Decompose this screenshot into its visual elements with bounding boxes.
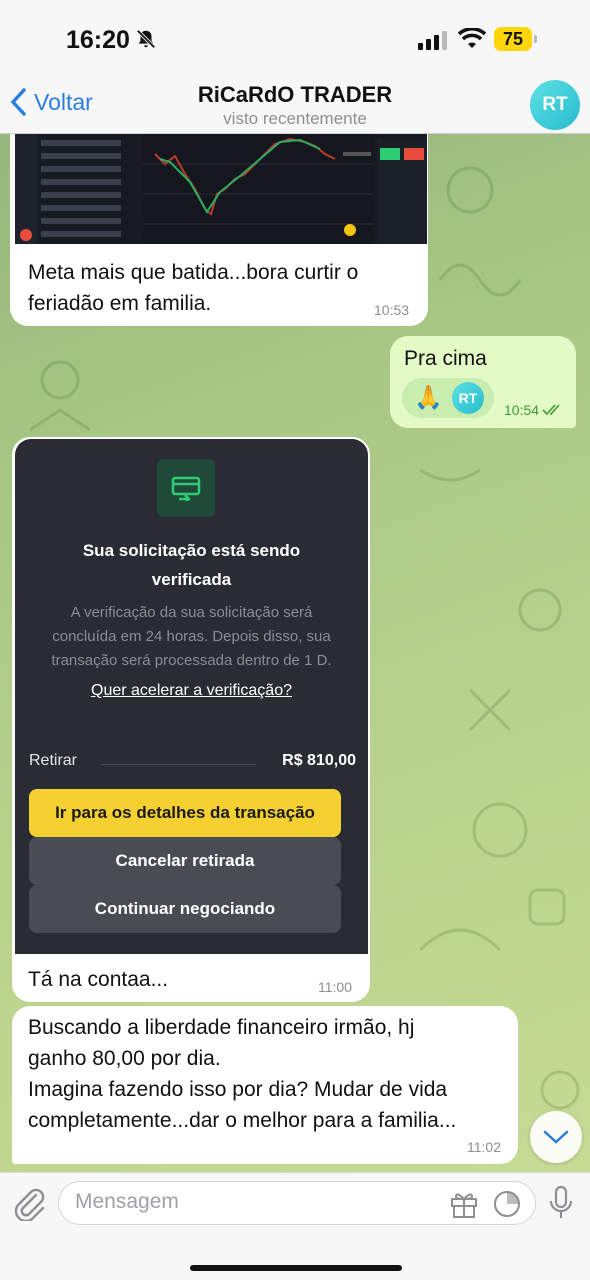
message-text-line: ganho 80,00 por dia. (28, 1047, 221, 1070)
chevron-down-icon (543, 1130, 569, 1144)
accelerate-verification-link[interactable]: Quer acelerar a verificação? (15, 682, 368, 700)
continue-trading-button[interactable]: Continuar negociando (29, 885, 341, 933)
modal-desc-line: A verificação da sua solicitação será (70, 604, 313, 621)
message-text-line: Buscando a liberdade financeiro irmão, h… (28, 1016, 415, 1039)
withdraw-amount: R$ 810,00 (282, 752, 356, 769)
microphone-icon[interactable] (548, 1185, 574, 1221)
trading-platform-screenshot[interactable] (15, 134, 427, 244)
withdraw-label: Retirar (29, 752, 78, 769)
message-text-line: feriadão em familia. (28, 292, 212, 315)
sticker-icon[interactable] (492, 1189, 522, 1219)
message-text-line: Imagina fazendo isso por dia? Mudar de v… (28, 1078, 448, 1101)
chat-status: visto recentemente (223, 109, 367, 128)
message-time: 10:53 (374, 302, 410, 318)
modal-desc-line: transação será processada dentro de 1 D. (51, 652, 332, 669)
status-bar: 16:20 75 (0, 0, 590, 78)
transaction-details-button[interactable]: Ir para os detalhes da transação (29, 789, 341, 837)
message-bubble-out[interactable]: Pra cima 🙏 RT 10:54 (390, 336, 576, 428)
message-text-line: completamente...dar o melhor para a fami… (28, 1109, 457, 1132)
message-time: 10:54 (504, 402, 564, 418)
status-time: 16:20 (66, 26, 130, 54)
modal-title-line: Sua solicitação está sendo (82, 541, 301, 560)
message-text-line: Meta mais que batida...bora curtir o (28, 261, 359, 284)
transfer-card-icon (157, 459, 215, 517)
home-indicator (190, 1265, 402, 1271)
scroll-to-bottom-button[interactable] (530, 1111, 582, 1163)
message-input[interactable] (75, 1190, 435, 1214)
withdrawal-modal-screenshot[interactable]: Sua solicitação está sendo verificada A … (15, 439, 368, 954)
modal-title-line: verificada (151, 570, 232, 589)
paperclip-icon[interactable] (12, 1185, 46, 1221)
message-time: 11:02 (467, 1139, 501, 1155)
message-composer (0, 1172, 590, 1280)
avatar[interactable]: RT (530, 80, 580, 130)
message-time: 11:00 (318, 979, 352, 995)
withdraw-amount-row: Retirar R$ 810,00 (29, 752, 356, 776)
gift-icon[interactable] (449, 1189, 479, 1219)
wifi-icon (458, 28, 486, 48)
chat-header: Voltar RiCaRdO TRADER visto recentemente… (0, 78, 590, 134)
message-time-text: 10:54 (504, 402, 540, 418)
modal-desc-line: concluída em 24 horas. Depois disso, sua (52, 628, 331, 645)
double-check-icon (542, 404, 560, 416)
reaction-chip[interactable]: 🙏 RT (402, 378, 494, 418)
modal-description: A verificação da sua solicitação será co… (27, 601, 356, 673)
divider (101, 764, 256, 765)
trading-chart-image (15, 134, 427, 244)
reaction-avatar: RT (452, 382, 484, 414)
battery-indicator: 75 (494, 27, 538, 51)
cancel-withdrawal-button[interactable]: Cancelar retirada (29, 837, 341, 885)
battery-level: 75 (502, 29, 524, 49)
modal-title: Sua solicitação está sendo verificada (35, 536, 348, 594)
chat-title[interactable]: RiCaRdO TRADER (0, 82, 590, 108)
cellular-signal-icon (418, 31, 447, 50)
bell-muted-icon (136, 29, 156, 49)
message-text: Pra cima (404, 347, 487, 370)
message-caption: Tá na contaa... (28, 968, 169, 991)
praying-hands-icon: 🙏 (414, 384, 443, 410)
message-input-wrapper[interactable] (58, 1181, 536, 1225)
message-bubble-in[interactable]: Buscando a liberdade financeiro irmão, h… (12, 1006, 518, 1164)
